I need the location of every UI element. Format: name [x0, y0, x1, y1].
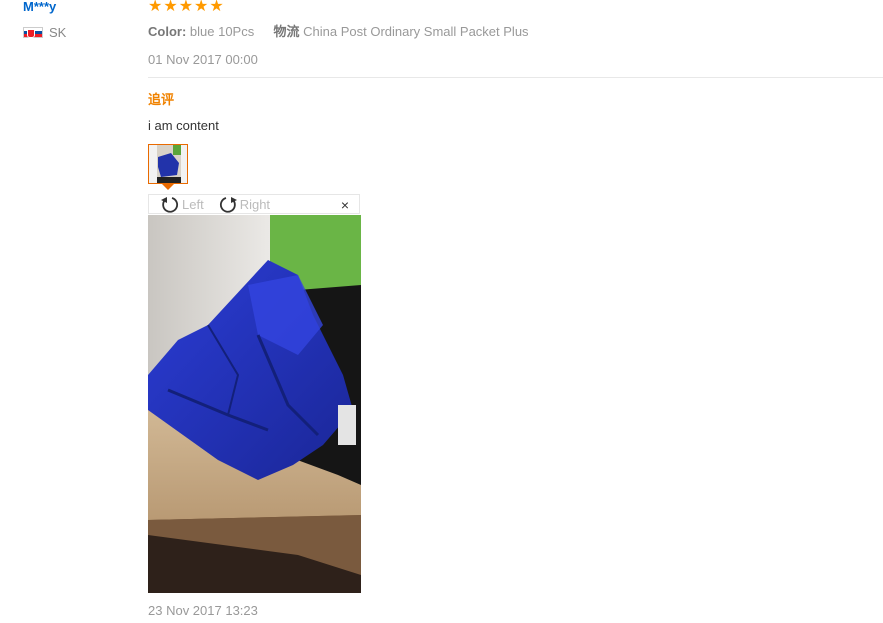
- rotate-right-icon: [219, 196, 237, 213]
- photo-viewer-toolbar: Left Right ×: [148, 194, 360, 214]
- star-icon: ★: [148, 0, 163, 15]
- country-code: SK: [49, 25, 67, 40]
- reviewer-info: M***y SK: [23, 0, 66, 40]
- review-photo: [148, 215, 361, 593]
- rotate-left-icon: [161, 196, 179, 213]
- rotate-left-button[interactable]: Left: [159, 195, 204, 214]
- color-label: Color:: [148, 24, 187, 39]
- rotate-right-button[interactable]: Right: [217, 195, 270, 214]
- user-name[interactable]: M***y: [23, 0, 66, 16]
- rotate-right-label: Right: [239, 196, 271, 212]
- additional-review-date: 23 Nov 2017 13:23: [148, 603, 258, 618]
- additional-review-label: 追评: [148, 92, 175, 107]
- order-info: Color: blue 10Pcs 物流 China Post Ordinary…: [148, 21, 529, 40]
- close-icon[interactable]: ×: [341, 197, 349, 213]
- slovakia-flag-icon: [23, 27, 43, 38]
- divider: [148, 77, 883, 78]
- review-date: 01 Nov 2017 00:00: [148, 52, 258, 67]
- star-icon: ★: [194, 0, 209, 15]
- thumbnail-image: [149, 145, 187, 183]
- thumbnail-pointer: [162, 184, 174, 190]
- review-photo-image: [148, 215, 361, 593]
- star-icon: ★: [163, 0, 178, 15]
- rotate-left-label: Left: [182, 196, 204, 212]
- star-icon: ★: [178, 0, 194, 15]
- star-icon: ★: [209, 0, 224, 15]
- shipping-label: 物流: [273, 24, 300, 39]
- shipping-value: China Post Ordinary Small Packet Plus: [303, 24, 529, 39]
- photo-thumbnail[interactable]: [148, 144, 188, 184]
- review-content: i am content: [148, 118, 219, 133]
- star-rating: ★ ★ ★ ★ ★: [148, 0, 224, 15]
- user-country: SK: [23, 25, 66, 40]
- color-value: blue 10Pcs: [189, 24, 255, 39]
